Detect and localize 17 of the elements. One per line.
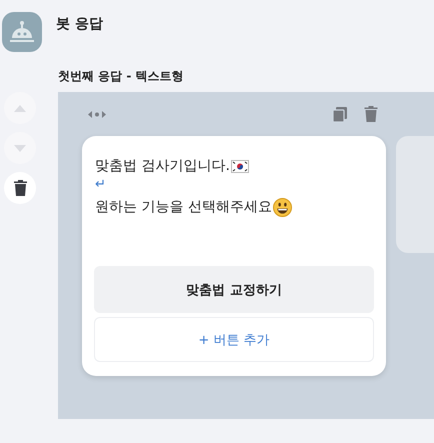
message-text: 맞춤법 검사기입니다. bbox=[95, 157, 230, 176]
smiley-icon bbox=[272, 198, 292, 217]
reply-button[interactable]: 맞춤법 교정하기 bbox=[94, 266, 374, 313]
up-arrow-icon bbox=[14, 104, 26, 112]
drag-handle-icon[interactable] bbox=[88, 110, 106, 118]
header-title: 봇 응답 bbox=[56, 15, 103, 33]
flag-icon bbox=[230, 160, 249, 173]
add-button-button[interactable]: + 버튼 추가 bbox=[94, 317, 374, 362]
copy-icon[interactable] bbox=[333, 106, 347, 122]
trash-icon[interactable] bbox=[364, 106, 378, 122]
down-arrow-icon bbox=[14, 144, 26, 152]
trash-icon bbox=[14, 180, 26, 196]
line-break-mark: ↵ bbox=[95, 177, 106, 193]
response-title: 첫번째 응답 - 텍스트형 bbox=[58, 68, 185, 85]
message-text: 원하는 기능을 선택해주세요 bbox=[95, 198, 272, 217]
robot-icon bbox=[9, 21, 35, 43]
delete-button[interactable] bbox=[4, 172, 36, 204]
